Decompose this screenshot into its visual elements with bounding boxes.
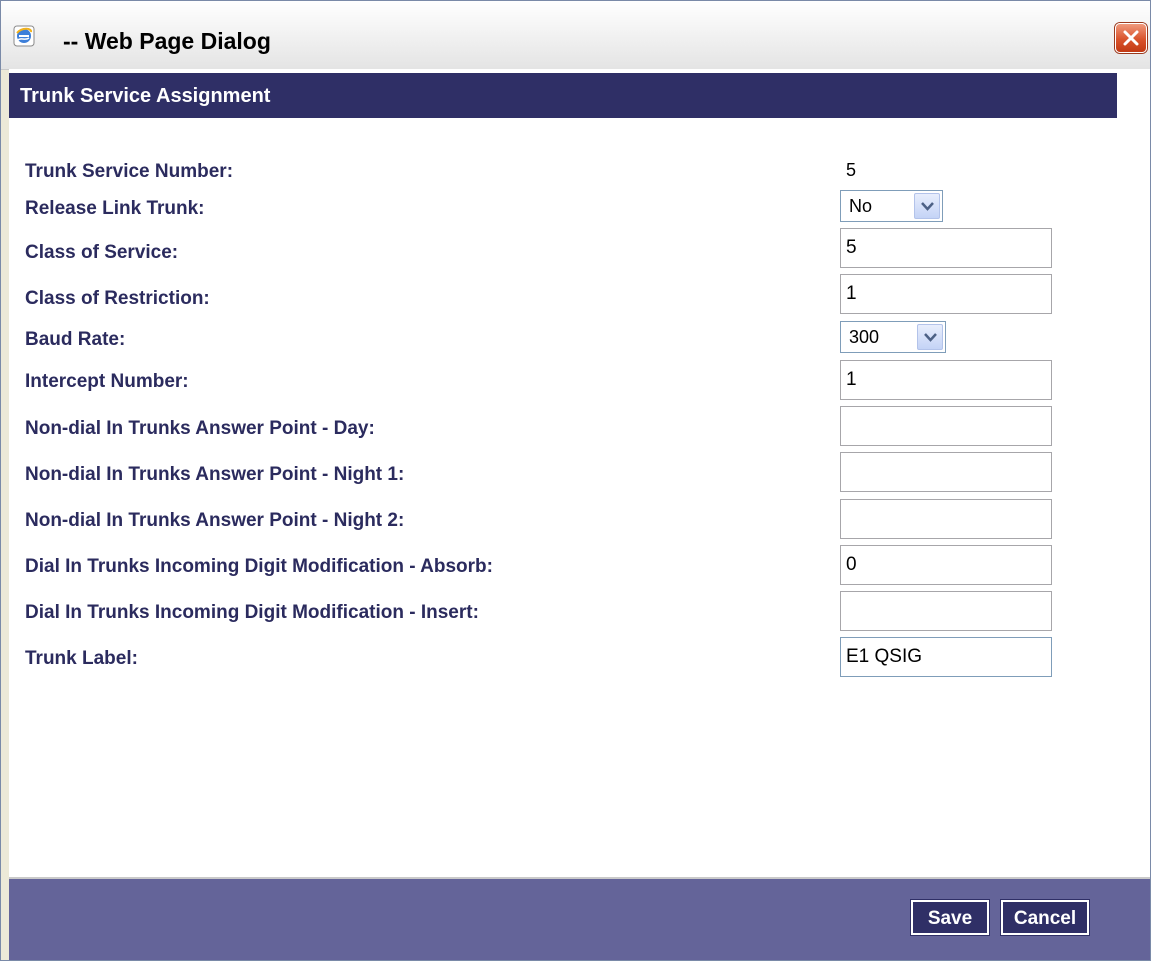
intercept-number-label: Intercept Number: — [25, 371, 189, 392]
close-button[interactable] — [1115, 23, 1147, 53]
trunk-service-number-label: Trunk Service Number: — [25, 161, 234, 182]
intercept-number-input[interactable] — [840, 360, 1052, 400]
baud-rate-value: 300 — [849, 327, 880, 347]
digit-mod-absorb-label: Dial In Trunks Incoming Digit Modificati… — [25, 556, 493, 577]
class-of-service-label: Class of Service: — [25, 242, 179, 263]
dialog-content: Trunk Service Assignment Trunk Service N… — [9, 69, 1150, 879]
class-of-service-input[interactable] — [840, 228, 1052, 268]
ie-icon — [13, 25, 35, 47]
digit-mod-insert-input[interactable] — [840, 591, 1052, 631]
class-of-restriction-input[interactable] — [840, 274, 1052, 314]
answer-point-night1-input[interactable] — [840, 452, 1052, 492]
answer-point-day-input[interactable] — [840, 406, 1052, 446]
save-button[interactable]: Save — [910, 899, 990, 936]
window-title: -- Web Page Dialog — [63, 28, 271, 54]
answer-point-night2-input[interactable] — [840, 499, 1052, 539]
answer-point-night2-label: Non-dial In Trunks Answer Point - Night … — [25, 510, 405, 531]
page-title: Trunk Service Assignment — [20, 85, 271, 107]
cancel-button[interactable]: Cancel — [1000, 899, 1090, 936]
baud-rate-label: Baud Rate: — [25, 329, 126, 350]
section-header: Trunk Service Assignment — [9, 73, 1117, 118]
trunk-service-number-value: 5 — [846, 160, 857, 180]
answer-point-day-label: Non-dial In Trunks Answer Point - Day: — [25, 418, 375, 439]
baud-rate-select[interactable]: 300 — [840, 321, 946, 353]
release-link-trunk-value: No — [849, 196, 873, 216]
class-of-restriction-label: Class of Restriction: — [25, 288, 210, 309]
dialog-window: -- Web Page Dialog Trunk Service Assignm… — [0, 0, 1151, 961]
release-link-trunk-select[interactable]: No — [840, 190, 943, 222]
chevron-down-icon[interactable] — [917, 324, 943, 350]
trunk-label-label: Trunk Label: — [25, 648, 138, 669]
title-bar[interactable]: -- Web Page Dialog — [1, 1, 1150, 70]
answer-point-night1-label: Non-dial In Trunks Answer Point - Night … — [25, 464, 405, 485]
release-link-trunk-label: Release Link Trunk: — [25, 198, 205, 219]
dialog-footer: Save Cancel — [9, 879, 1150, 960]
digit-mod-absorb-input[interactable] — [840, 545, 1052, 585]
chevron-down-icon[interactable] — [914, 193, 940, 219]
digit-mod-insert-label: Dial In Trunks Incoming Digit Modificati… — [25, 602, 479, 623]
trunk-label-input[interactable] — [840, 637, 1052, 677]
